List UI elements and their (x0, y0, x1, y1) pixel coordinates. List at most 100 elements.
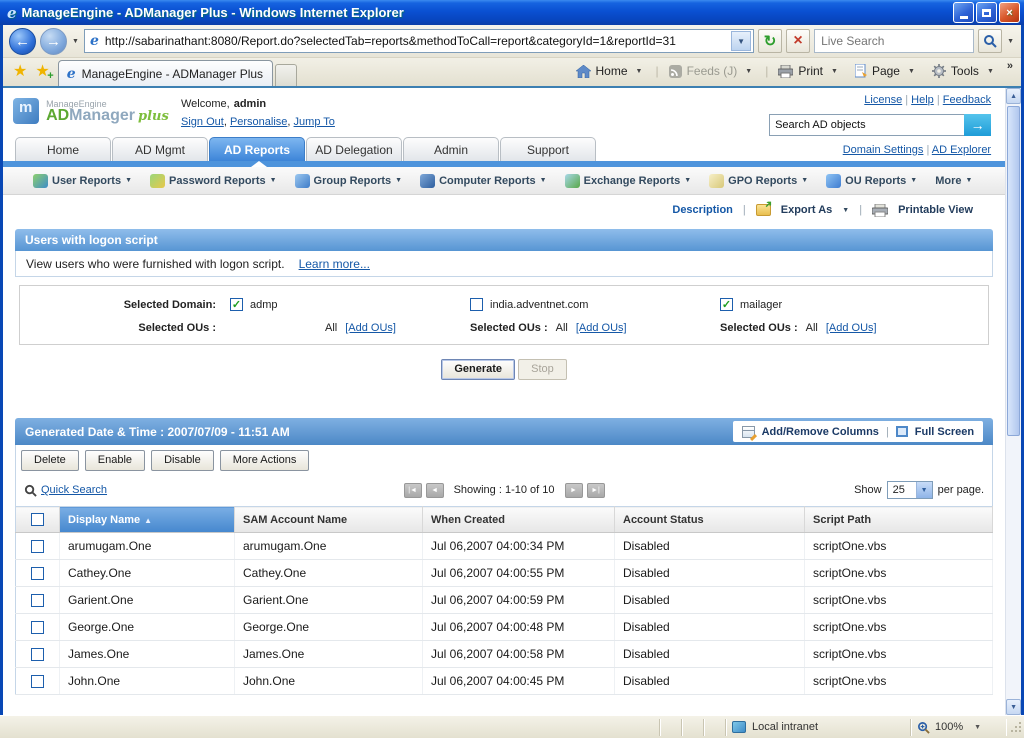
tab-ad-mgmt[interactable]: AD Mgmt (112, 137, 208, 161)
print-button[interactable]: Print ▼ (772, 62, 847, 80)
column-display-name[interactable]: Display Name ▲ (59, 506, 235, 533)
tab-ad-reports[interactable]: AD Reports (209, 137, 305, 161)
select-all-checkbox[interactable]: ✓ (31, 513, 44, 526)
address-field[interactable]: e ▼ (83, 29, 755, 53)
menu-password-reports[interactable]: Password Reports ▼ (150, 173, 277, 188)
home-dropdown-icon[interactable]: ▼ (633, 68, 646, 75)
favorites-icon[interactable]: ★ (13, 61, 27, 81)
add-ous-link-mailager[interactable]: [Add OUs] (826, 322, 877, 334)
row-checkbox[interactable]: ✓ (31, 648, 44, 661)
description-button[interactable]: Description (672, 204, 733, 216)
row-checkbox[interactable]: ✓ (31, 621, 44, 634)
disable-button[interactable]: Disable (151, 450, 214, 471)
main-nav: Home AD Mgmt AD Reports AD Delegation Ad… (3, 136, 1005, 161)
menu-ou-reports[interactable]: OU Reports ▼ (826, 173, 917, 188)
tab-admin[interactable]: Admin (403, 137, 499, 161)
menu-gpo-reports[interactable]: GPO Reports ▼ (709, 173, 808, 188)
row-checkbox[interactable]: ✓ (31, 540, 44, 553)
enable-button[interactable]: Enable (84, 450, 146, 471)
feedback-link[interactable]: Feedback (943, 94, 991, 106)
more-actions-button[interactable]: More Actions (219, 450, 310, 471)
url-input[interactable] (104, 34, 732, 48)
next-page-button[interactable]: ► (564, 482, 583, 498)
tab-ad-delegation[interactable]: AD Delegation (306, 137, 402, 161)
jump-to-link[interactable]: Jump To (294, 116, 335, 128)
scrollbar-thumb[interactable] (1007, 106, 1020, 436)
domain-checkbox-mailager[interactable]: ✓ (720, 298, 733, 311)
tools-dropdown-icon[interactable]: ▼ (984, 68, 997, 75)
page-dropdown-icon[interactable]: ▼ (905, 68, 918, 75)
column-when-created[interactable]: When Created (422, 506, 615, 533)
sign-out-link[interactable]: Sign Out (181, 116, 224, 128)
row-checkbox[interactable]: ✓ (31, 594, 44, 607)
toolbar-overflow-icon[interactable]: » (1005, 60, 1017, 82)
domain-checkbox-admp[interactable]: ✓ (230, 298, 243, 311)
intranet-zone-icon (732, 721, 746, 733)
help-link[interactable]: Help (911, 94, 934, 106)
search-button[interactable] (978, 29, 1003, 53)
add-ous-link-india[interactable]: [Add OUs] (576, 322, 627, 334)
scrollbar-track[interactable] (1006, 104, 1021, 699)
history-dropdown-icon[interactable]: ▼ (72, 38, 79, 45)
live-search-input[interactable] (821, 34, 968, 48)
quick-search-link[interactable]: Quick Search (41, 484, 107, 496)
row-checkbox[interactable]: ✓ (31, 675, 44, 688)
new-tab-button[interactable] (274, 64, 297, 86)
delete-button[interactable]: Delete (21, 450, 79, 471)
export-as-button[interactable]: Export As (781, 204, 833, 216)
license-link[interactable]: License (864, 94, 902, 106)
live-search-box[interactable] (814, 29, 975, 53)
menu-more[interactable]: More ▼ (935, 175, 972, 187)
add-ous-link-admp[interactable]: [Add OUs] (345, 322, 396, 334)
page-button[interactable]: Page ▼ (849, 62, 924, 80)
back-button[interactable]: ← (9, 27, 36, 55)
address-dropdown-icon[interactable]: ▼ (731, 31, 752, 51)
tab-home[interactable]: Home (15, 137, 111, 161)
menu-user-reports[interactable]: User Reports ▼ (33, 173, 132, 188)
zoom-control[interactable]: 100% ▼ (911, 719, 1006, 736)
row-checkbox[interactable]: ✓ (31, 567, 44, 580)
menu-computer-reports[interactable]: Computer Reports ▼ (420, 173, 547, 188)
forward-button[interactable]: → (40, 27, 67, 55)
column-sam-account-name[interactable]: SAM Account Name (234, 506, 423, 533)
ou-value: All (805, 322, 818, 334)
zoom-dropdown-icon[interactable]: ▼ (974, 724, 981, 731)
search-ad-objects-input[interactable] (769, 114, 965, 136)
add-remove-columns-button[interactable]: Add/Remove Columns (762, 426, 879, 438)
menu-group-reports[interactable]: Group Reports ▼ (294, 173, 402, 188)
ad-explorer-link[interactable]: AD Explorer (932, 144, 991, 156)
personalise-link[interactable]: Personalise (230, 116, 287, 128)
print-dropdown-icon[interactable]: ▼ (828, 68, 841, 75)
domain-checkbox-india[interactable]: ✓ (470, 298, 483, 311)
add-favorite-icon[interactable]: ★ (35, 61, 54, 82)
vertical-scrollbar[interactable]: ▲ ▼ (1005, 88, 1021, 715)
prev-page-button[interactable]: ◄ (425, 482, 444, 498)
minimize-button[interactable] (953, 2, 974, 23)
page-size-select[interactable]: 25 ▼ (886, 481, 933, 499)
refresh-button[interactable]: ↻ (758, 29, 783, 53)
feeds-button[interactable]: Feeds (J) ▼ (663, 62, 762, 80)
domain-settings-link[interactable]: Domain Settings (843, 144, 924, 156)
scroll-down-icon[interactable]: ▼ (1006, 699, 1021, 715)
home-button[interactable]: Home ▼ (570, 62, 652, 80)
last-page-button[interactable]: ►| (586, 482, 605, 498)
printable-view-button[interactable]: Printable View (898, 204, 973, 216)
scroll-up-icon[interactable]: ▲ (1006, 88, 1021, 104)
generate-button[interactable]: Generate (441, 359, 516, 380)
search-options-icon[interactable]: ▼ (1007, 38, 1014, 45)
tab-support[interactable]: Support (500, 137, 596, 161)
column-script-path[interactable]: Script Path (804, 506, 994, 533)
first-page-button[interactable]: |◄ (403, 482, 422, 498)
learn-more-link[interactable]: Learn more... (299, 257, 370, 271)
stop-button[interactable]: × (786, 29, 811, 53)
search-go-button[interactable]: → (964, 114, 992, 136)
maximize-button[interactable] (976, 2, 997, 23)
browser-tab[interactable]: e ManageEngine - ADManager Plus (57, 60, 273, 86)
full-screen-button[interactable]: Full Screen (915, 426, 974, 438)
column-account-status[interactable]: Account Status (614, 506, 805, 533)
export-as-icon (755, 204, 771, 216)
close-button[interactable]: × (999, 2, 1020, 23)
menu-exchange-reports[interactable]: Exchange Reports ▼ (564, 173, 691, 188)
tools-button[interactable]: Tools ▼ (926, 62, 1003, 80)
resize-grip[interactable] (1008, 719, 1024, 735)
